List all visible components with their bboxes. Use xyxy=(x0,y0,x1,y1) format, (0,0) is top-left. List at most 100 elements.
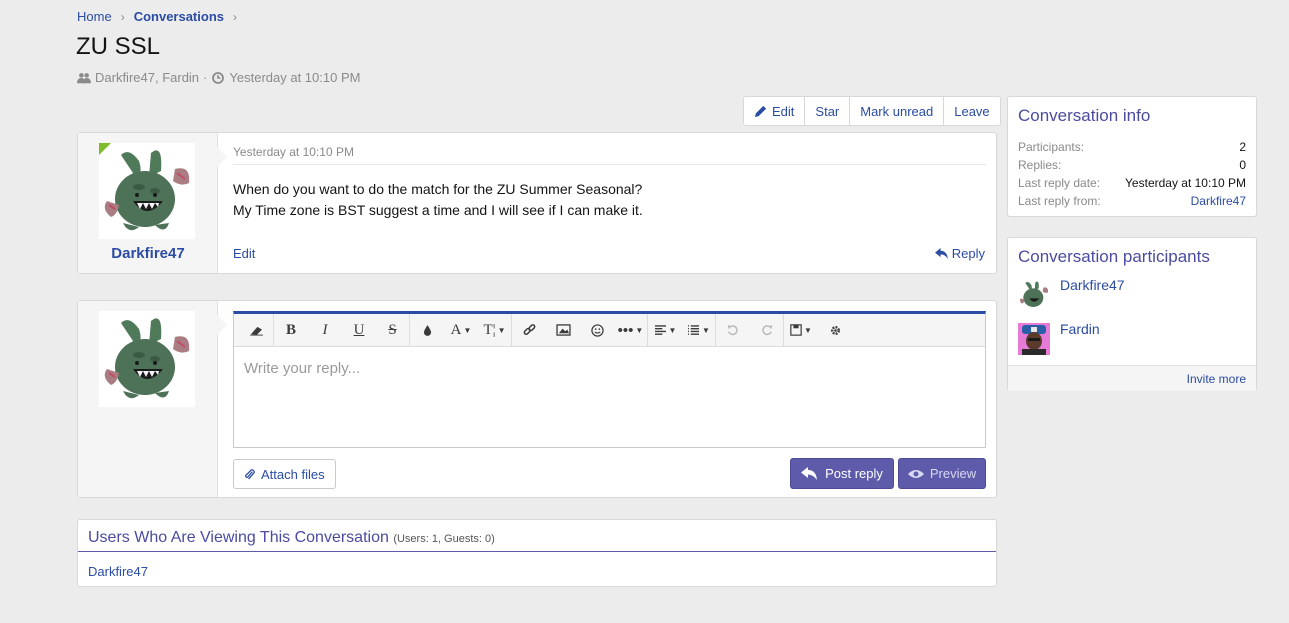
message-edit-link[interactable]: Edit xyxy=(233,246,255,261)
preview-button[interactable]: Preview xyxy=(898,458,986,489)
info-label: Last reply from: xyxy=(1018,194,1101,208)
breadcrumb-conversations-link[interactable]: Conversations xyxy=(134,9,224,24)
star-button[interactable]: Star xyxy=(805,97,851,125)
redo-icon[interactable] xyxy=(750,313,784,347)
conversation-participants-block: Conversation participants Darkfire47 Far… xyxy=(1007,237,1257,391)
message-reply-link[interactable]: Reply xyxy=(934,246,985,261)
conversation-participants-title: Conversation participants xyxy=(1018,247,1210,266)
more-icon[interactable]: ••• ▼ xyxy=(614,313,648,347)
underline-icon[interactable]: U xyxy=(342,314,376,347)
breadcrumb-separator: › xyxy=(120,9,125,24)
conversation-info-block: Conversation info Participants: 2 Replie… xyxy=(1007,96,1257,217)
link-icon[interactable] xyxy=(512,314,546,347)
reply-icon xyxy=(934,248,948,259)
image-icon[interactable] xyxy=(546,314,580,347)
message-date[interactable]: Yesterday at 10:10 PM xyxy=(233,145,986,165)
eraser-icon[interactable] xyxy=(240,313,274,347)
message: Darkfire47 Yesterday at 10:10 PM When do… xyxy=(77,132,997,274)
info-row: Last reply from: Darkfire47 xyxy=(1018,192,1246,210)
info-label: Participants: xyxy=(1018,140,1085,154)
post-reply-button[interactable]: Post reply xyxy=(790,458,894,489)
edit-button[interactable]: Edit xyxy=(744,97,806,125)
edit-label: Edit xyxy=(772,103,795,119)
invite-more-bar: Invite more xyxy=(1008,365,1256,391)
info-row: Participants: 2 xyxy=(1018,138,1246,156)
list-icon[interactable]: ▼ xyxy=(682,313,716,347)
reply-placeholder: Write your reply... xyxy=(244,360,361,377)
quick-reply: B I U S A ▼ T¦ ▼ ••• ▼ ▼ ▼ ▼ Write your … xyxy=(77,300,997,498)
conversation-meta: Darkfire47, Fardin · Yesterday at 10:10 … xyxy=(77,70,360,85)
conversation-info-title: Conversation info xyxy=(1018,106,1151,125)
conversation-actions: Edit Star Mark unread Leave xyxy=(743,96,1001,126)
preview-label: Preview xyxy=(929,466,977,481)
message-text: When do you want to do the match for the… xyxy=(233,179,986,221)
meta-dot: · xyxy=(203,70,208,85)
trubbish-avatar-icon xyxy=(104,318,190,399)
message-author[interactable]: Darkfire47 xyxy=(78,245,218,262)
settings-icon[interactable] xyxy=(818,314,852,347)
align-icon[interactable]: ▼ xyxy=(648,314,682,347)
font-size-icon[interactable]: A ▼ xyxy=(444,314,478,347)
mark-unread-button[interactable]: Mark unread xyxy=(850,97,945,125)
users-viewing-counts: (Users: 1, Guests: 0) xyxy=(393,533,495,545)
message-body: Yesterday at 10:10 PM When do you want t… xyxy=(233,145,986,221)
breadcrumb-separator: › xyxy=(233,9,237,24)
paperclip-icon xyxy=(245,468,255,480)
reply-user-cell xyxy=(78,301,218,497)
color-icon[interactable] xyxy=(410,314,444,347)
info-label: Last reply date: xyxy=(1018,176,1101,190)
bold-icon[interactable]: B xyxy=(274,314,308,347)
eye-icon xyxy=(907,469,924,478)
meta-participants: Darkfire47, Fardin xyxy=(95,70,200,85)
pencil-icon xyxy=(754,105,767,117)
conversation-info-list: Participants: 2 Replies: 0 Last reply da… xyxy=(1008,126,1256,218)
message-line: My Time zone is BST suggest a time and I… xyxy=(233,202,643,218)
editor-toolbar: B I U S A ▼ T¦ ▼ ••• ▼ ▼ ▼ ▼ xyxy=(234,313,985,347)
avatar[interactable] xyxy=(1018,323,1050,355)
message-line: When do you want to do the match for the… xyxy=(233,181,643,197)
page-title: ZU SSL xyxy=(76,33,161,60)
info-row: Last reply date: Yesterday at 10:10 PM xyxy=(1018,174,1246,192)
message-user-cell: Darkfire47 xyxy=(78,133,218,273)
reply-label: Reply xyxy=(951,246,985,261)
info-row: Replies: 0 xyxy=(1018,156,1246,174)
undo-icon[interactable] xyxy=(716,314,750,347)
info-value: 2 xyxy=(1239,140,1246,154)
leave-button[interactable]: Leave xyxy=(944,97,999,125)
clock-icon xyxy=(212,71,225,84)
users-icon xyxy=(77,72,91,83)
trubbish-avatar-icon xyxy=(1019,281,1049,307)
italic-icon[interactable]: I xyxy=(308,314,342,347)
strike-icon[interactable]: S xyxy=(376,313,410,347)
breadcrumb: Home › Conversations › xyxy=(77,9,240,24)
save-draft-icon[interactable]: ▼ xyxy=(784,314,818,347)
last-reply-user-link[interactable]: Darkfire47 xyxy=(1191,192,1246,210)
info-value[interactable]: Yesterday at 10:10 PM xyxy=(1125,174,1246,192)
avatar[interactable] xyxy=(99,311,195,407)
participant-item: Fardin xyxy=(1008,321,1256,365)
viewing-user-link[interactable]: Darkfire47 xyxy=(88,564,148,579)
breadcrumb-home-link[interactable]: Home xyxy=(77,9,112,24)
info-label: Replies: xyxy=(1018,158,1062,172)
users-viewing-title: Users Who Are Viewing This Conversation … xyxy=(78,520,996,552)
participant-name[interactable]: Darkfire47 xyxy=(1060,277,1125,293)
reply-editor[interactable]: B I U S A ▼ T¦ ▼ ••• ▼ ▼ ▼ ▼ Write your … xyxy=(233,311,986,448)
message-arrow xyxy=(217,147,227,167)
users-viewing-list: Darkfire47 xyxy=(78,552,996,591)
reply-arrow xyxy=(217,315,227,335)
trubbish-avatar-icon xyxy=(104,150,190,231)
participant-name[interactable]: Fardin xyxy=(1060,321,1100,337)
smiley-icon[interactable] xyxy=(580,314,614,347)
avatar[interactable] xyxy=(1018,279,1050,311)
meta-time: Yesterday at 10:10 PM xyxy=(229,70,361,85)
attach-files-label: Attach files xyxy=(261,466,325,482)
avatar[interactable] xyxy=(99,143,195,239)
info-value: 0 xyxy=(1239,158,1246,172)
users-viewing-heading: Users Who Are Viewing This Conversation xyxy=(88,529,389,546)
invite-more-link[interactable]: Invite more xyxy=(1187,372,1246,386)
text-style-icon[interactable]: T¦ ▼ xyxy=(478,313,512,347)
participant-item: Darkfire47 xyxy=(1008,277,1256,321)
fardin-avatar-icon xyxy=(1018,323,1050,355)
attach-files-button[interactable]: Attach files xyxy=(233,459,336,489)
reply-icon xyxy=(801,467,818,480)
